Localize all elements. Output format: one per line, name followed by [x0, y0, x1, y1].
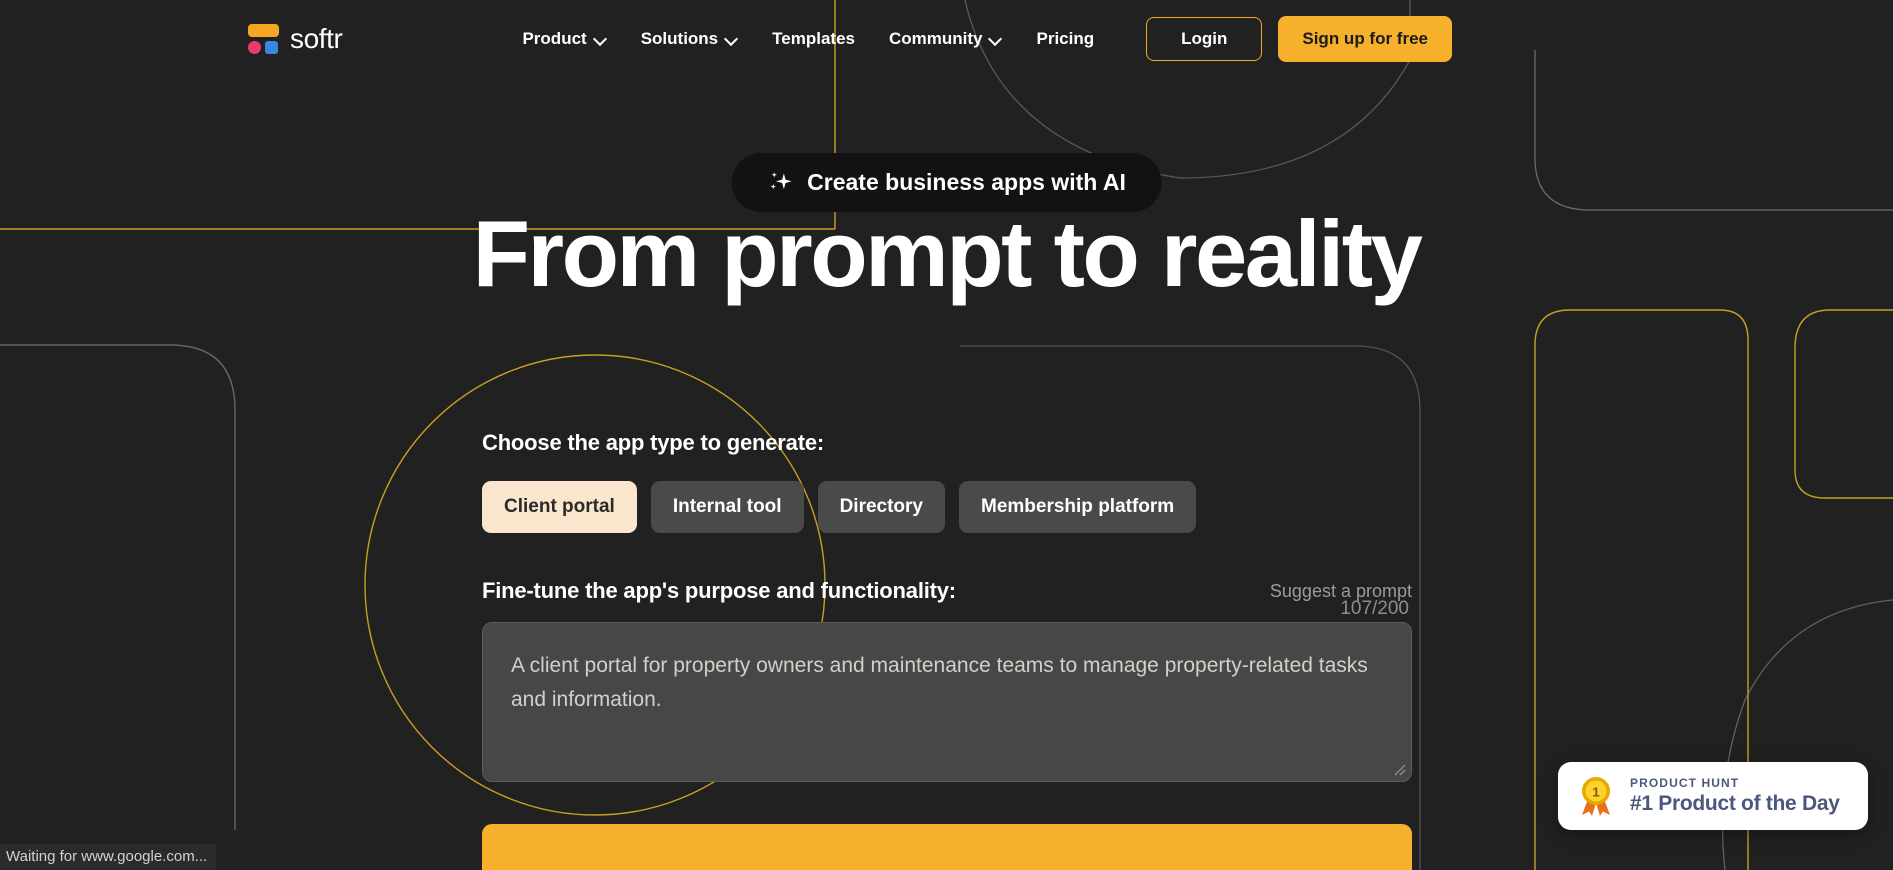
prompt-textarea-wrapper[interactable]: A client portal for property owners and … — [482, 622, 1412, 782]
nav-label-templates: Templates — [772, 29, 855, 48]
logo-wordmark: softr — [290, 23, 343, 54]
nav-item-templates[interactable]: Templates — [772, 29, 855, 49]
ai-badge-label: Create business apps with AI — [807, 169, 1126, 195]
product-hunt-badge[interactable]: 1 PRODUCT HUNT #1 Product of the Day — [1558, 762, 1868, 830]
product-hunt-title: #1 Product of the Day — [1630, 792, 1840, 815]
logo-bar-shape — [248, 23, 279, 37]
browser-status-bar: Waiting for www.google.com... — [0, 844, 217, 870]
nav-item-community[interactable]: Community — [889, 29, 1003, 49]
page-title: From prompt to reality — [472, 201, 1423, 306]
logo-square-shape — [265, 40, 278, 54]
decor-rect-yellow-farright — [1794, 309, 1893, 499]
nav-item-product[interactable]: Product — [522, 29, 606, 49]
fine-tune-label: Fine-tune the app's purpose and function… — [482, 578, 956, 603]
character-counter: 107/200 — [1340, 598, 1409, 619]
chevron-down-icon — [725, 33, 738, 46]
login-button[interactable]: Login — [1146, 17, 1263, 61]
browser-viewport: softr Product Solutions Templates Commun… — [0, 0, 1893, 870]
chevron-down-icon — [989, 33, 1002, 46]
decor-rect-gray-left — [0, 344, 236, 830]
softr-logo-icon — [248, 23, 279, 55]
app-type-label: Choose the app type to generate: — [482, 430, 824, 455]
header-actions: Login Sign up for free — [1146, 16, 1452, 62]
nav-item-solutions[interactable]: Solutions — [641, 29, 738, 49]
app-type-options: Client portal Internal tool Directory Me… — [482, 481, 1412, 533]
logo-link[interactable]: softr — [248, 23, 343, 55]
prompt-input[interactable]: A client portal for property owners and … — [483, 623, 1411, 742]
site-header: softr Product Solutions Templates Commun… — [0, 0, 1893, 78]
main-navigation: Product Solutions Templates Community Pr… — [522, 29, 1094, 49]
fine-tune-header: Fine-tune the app's purpose and function… — [482, 578, 1412, 604]
signup-button[interactable]: Sign up for free — [1278, 16, 1452, 62]
sparkle-icon — [770, 171, 792, 189]
app-generator-form: Choose the app type to generate: Client … — [482, 430, 1412, 870]
app-type-internal-tool[interactable]: Internal tool — [650, 481, 804, 533]
medal-ribbon-icon: 1 — [1582, 777, 1610, 816]
product-hunt-kicker: PRODUCT HUNT — [1630, 776, 1740, 790]
nav-label-community: Community — [888, 29, 983, 48]
app-type-directory[interactable]: Directory — [817, 481, 945, 533]
nav-label-solutions: Solutions — [640, 29, 719, 48]
nav-label-pricing: Pricing — [1036, 29, 1095, 48]
app-type-membership-platform[interactable]: Membership platform — [959, 481, 1197, 533]
product-hunt-text: PRODUCT HUNT #1 Product of the Day — [1630, 776, 1840, 816]
nav-label-product: Product — [522, 29, 587, 48]
chevron-down-icon — [594, 33, 607, 46]
svg-text:1: 1 — [1592, 785, 1599, 800]
app-type-client-portal[interactable]: Client portal — [482, 481, 637, 533]
generate-app-button[interactable] — [482, 824, 1412, 870]
nav-item-pricing[interactable]: Pricing — [1036, 29, 1094, 49]
logo-dot-shape — [248, 40, 261, 54]
textarea-resize-handle[interactable] — [1393, 763, 1406, 776]
